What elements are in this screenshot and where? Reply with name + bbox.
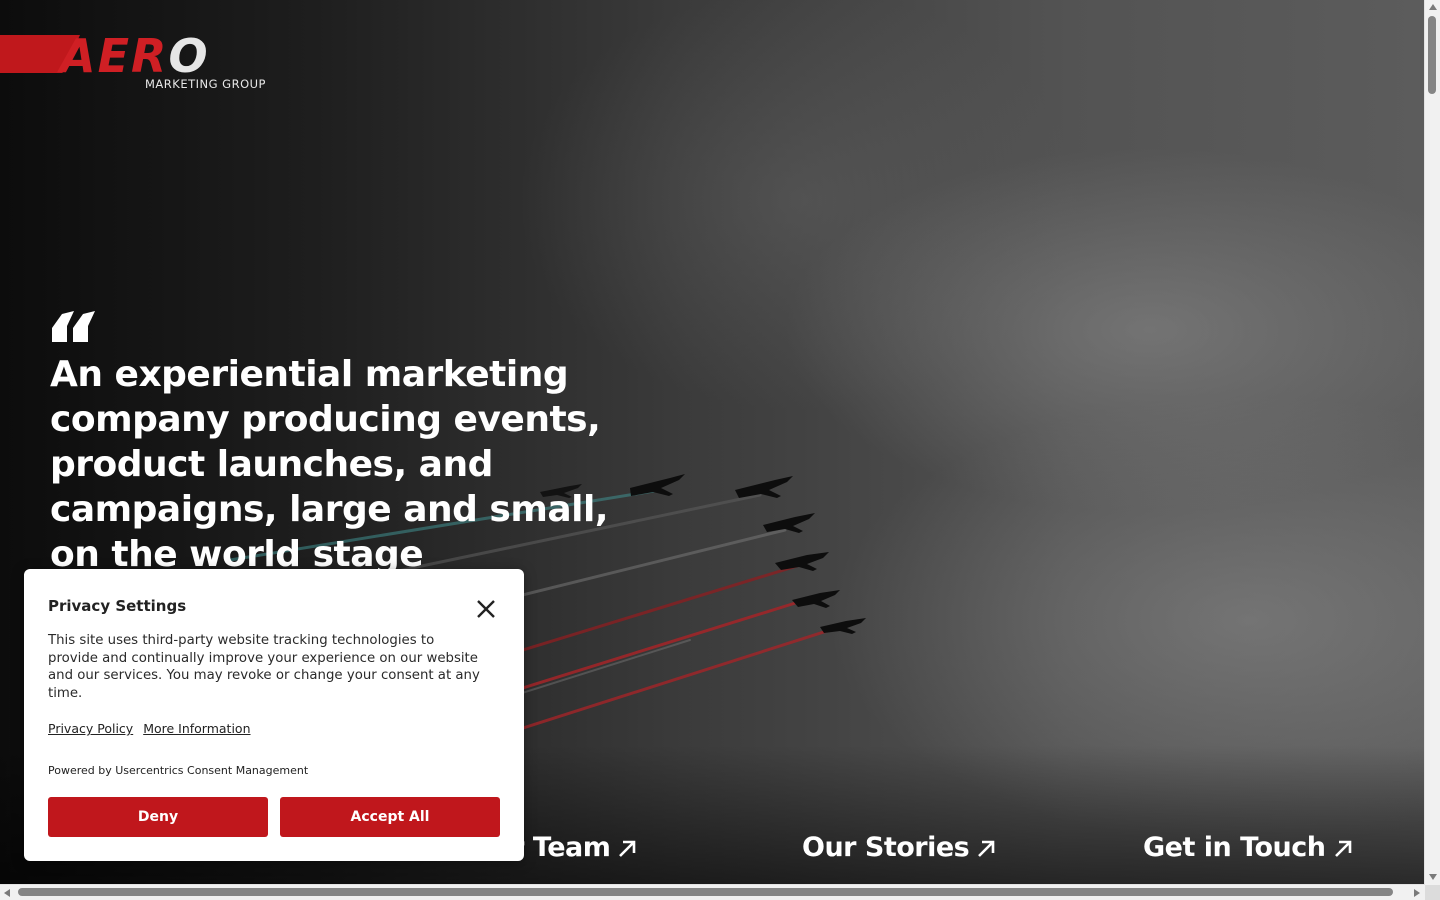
arrow-up-right-icon <box>1334 840 1351 857</box>
vertical-scroll-thumb[interactable] <box>1428 16 1436 94</box>
logo-tagline: MARKETING GROUP <box>145 77 266 91</box>
scroll-up-arrow-icon[interactable] <box>1429 4 1437 10</box>
more-information-link[interactable]: More Information <box>143 721 250 736</box>
nav-link-get-in-touch[interactable]: Get in Touch <box>1143 832 1354 863</box>
nav-link-label: Our Stories <box>802 832 970 863</box>
horizontal-scrollbar[interactable] <box>0 884 1425 900</box>
dialog-links: Privacy Policy More Information <box>48 721 251 736</box>
dialog-body-text: This site uses third-party website track… <box>48 633 480 701</box>
scroll-left-arrow-icon[interactable] <box>4 889 10 897</box>
nav-link-our-stories[interactable]: Our Stories <box>802 832 997 863</box>
scroll-down-arrow-icon[interactable] <box>1429 874 1437 880</box>
aero-logo[interactable]: AERO MARKETING GROUP <box>0 29 280 93</box>
nav-link-label: Get in Touch <box>1143 832 1326 863</box>
dialog-title: Privacy Settings <box>48 597 187 615</box>
close-icon[interactable] <box>472 595 500 623</box>
accept-all-button[interactable]: Accept All <box>280 797 500 837</box>
vertical-scrollbar[interactable] <box>1424 0 1440 885</box>
quote-mark-icon <box>52 311 95 342</box>
arrow-up-right-icon <box>619 840 636 857</box>
powered-by-text: Powered by Usercentrics Consent Manageme… <box>48 764 309 777</box>
horizontal-scroll-thumb[interactable] <box>18 888 1393 896</box>
scrollbar-corner <box>1425 885 1440 900</box>
arrow-up-right-icon <box>978 840 995 857</box>
privacy-settings-dialog: Privacy Settings This site uses third-pa… <box>24 569 524 861</box>
deny-button[interactable]: Deny <box>48 797 268 837</box>
privacy-policy-link[interactable]: Privacy Policy <box>48 721 133 736</box>
hero-headline: An experiential marketing company produc… <box>50 354 609 575</box>
logo-wordmark: AERO <box>60 29 210 83</box>
scroll-right-arrow-icon[interactable] <box>1414 889 1420 897</box>
